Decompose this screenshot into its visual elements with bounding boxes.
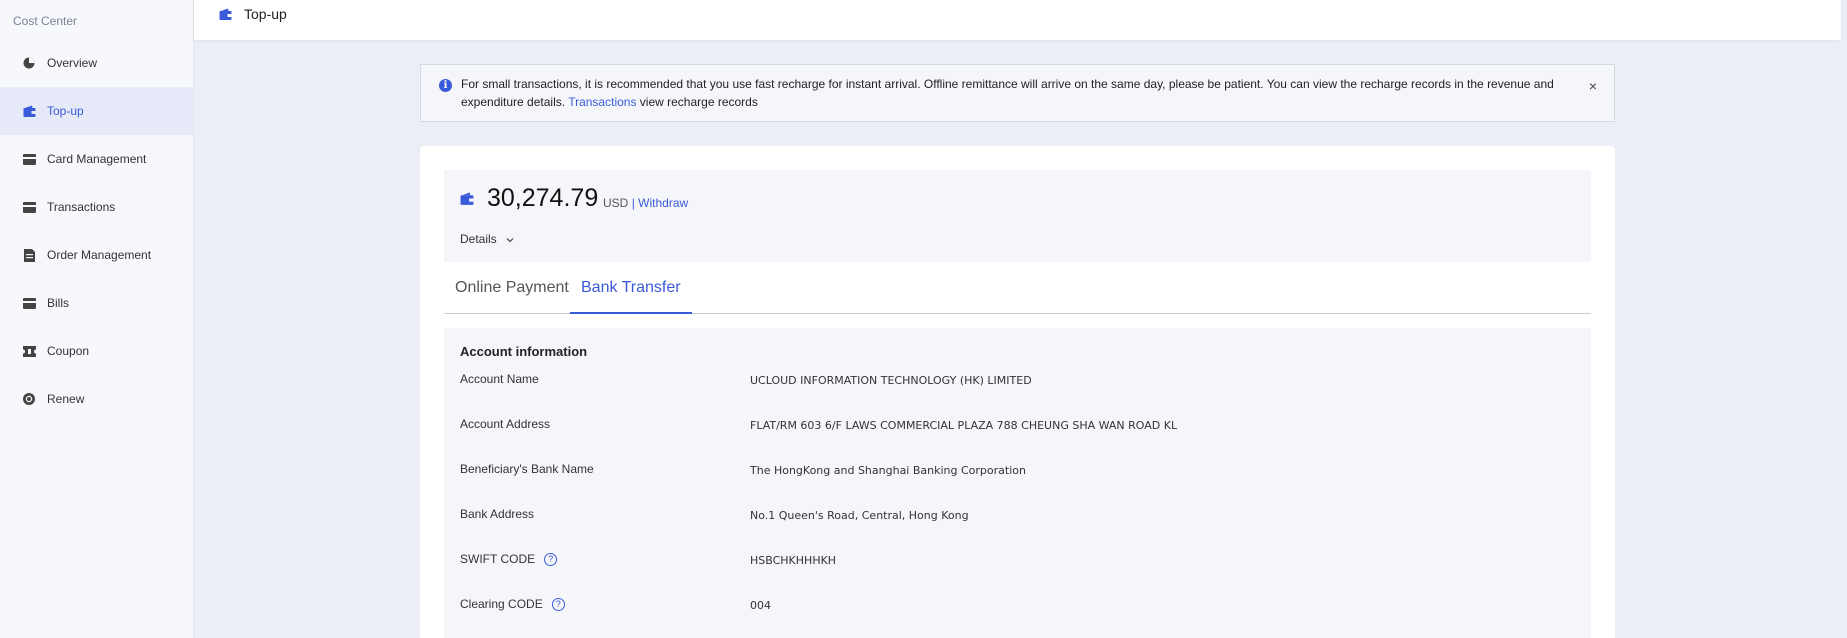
details-toggle[interactable]: Details (460, 232, 515, 246)
details-label: Details (460, 232, 497, 246)
wallet-icon (219, 8, 233, 22)
sidebar-item-top-up[interactable]: Top-up (0, 87, 193, 135)
account-row: SWIFT CODE ? HSBCHKHHHKH (460, 552, 1560, 572)
tab-online-payment[interactable]: Online Payment (444, 276, 580, 314)
separator: | (631, 196, 635, 210)
account-row-label: Clearing CODE ? (460, 597, 565, 611)
page-title: Top-up (244, 6, 287, 22)
card-icon (22, 296, 36, 310)
account-info-panel: Account information Account Name UCLOUD … (444, 328, 1591, 638)
account-row-value: The HongKong and Shanghai Banking Corpor… (750, 464, 1026, 477)
help-icon[interactable]: ? (544, 552, 558, 566)
clearing-code-label: Clearing CODE (460, 597, 543, 611)
account-row: Account Name UCLOUD INFORMATION TECHNOLO… (460, 372, 1560, 392)
balance-amount: 30,274.79 (487, 184, 599, 212)
account-info-heading: Account information (460, 344, 588, 359)
notice-text-after: view recharge records (639, 95, 758, 109)
sidebar-item-renew[interactable]: Renew (0, 375, 193, 423)
sidebar-item-order-management[interactable]: Order Management (0, 231, 193, 279)
account-row-value: No.1 Queen's Road, Central, Hong Kong (750, 509, 969, 522)
sidebar-item-label: Renew (47, 392, 85, 406)
sidebar-item-label: Transactions (47, 200, 116, 214)
sidebar-item-label: Top-up (47, 104, 84, 118)
sidebar-item-overview[interactable]: Overview (0, 39, 193, 87)
withdraw-link[interactable]: Withdraw (638, 196, 688, 210)
swift-code-label: SWIFT CODE (460, 552, 536, 566)
account-row-label: Bank Address (460, 507, 535, 521)
close-icon[interactable]: × (1589, 77, 1597, 95)
sidebar-item-transactions[interactable]: Transactions (0, 183, 193, 231)
account-row-value: FLAT/RM 603 6/F LAWS COMMERCIAL PLAZA 78… (750, 419, 1178, 432)
renew-icon (22, 392, 36, 406)
page-header: Top-up (194, 0, 1841, 40)
document-icon (22, 248, 36, 262)
account-row-value: UCLOUD INFORMATION TECHNOLOGY (HK) LIMIT… (750, 374, 1032, 387)
transactions-link[interactable]: Transactions (568, 95, 636, 109)
info-notice: i For small transactions, it is recommen… (420, 64, 1615, 122)
help-icon[interactable]: ? (551, 597, 565, 611)
account-row-value: HSBCHKHHHKH (750, 554, 837, 567)
currency-group: USD | Withdraw (603, 196, 688, 210)
sidebar-item-label: Order Management (47, 248, 152, 262)
card-icon (22, 200, 36, 214)
account-row-label: SWIFT CODE ? (460, 552, 558, 566)
sidebar-item-label: Card Management (47, 152, 147, 166)
pie-chart-icon (22, 56, 36, 70)
sidebar-item-card-management[interactable]: Card Management (0, 135, 193, 183)
account-row: Beneficiary's Bank Name The HongKong and… (460, 462, 1560, 482)
sidebar: Cost Center Overview Top-up Card Managem… (0, 0, 194, 638)
account-row: Account Address FLAT/RM 603 6/F LAWS COM… (460, 417, 1560, 437)
sidebar-item-label: Overview (47, 56, 98, 70)
account-row-label: Account Address (460, 417, 551, 431)
account-row: Bank Address No.1 Queen's Road, Central,… (460, 507, 1560, 527)
sidebar-item-bills[interactable]: Bills (0, 279, 193, 327)
ticket-icon (22, 344, 36, 358)
wallet-icon (22, 104, 36, 118)
wallet-icon (460, 192, 474, 206)
payment-tabs: Online Payment Bank Transfer (444, 276, 1591, 314)
chevron-down-icon (505, 234, 515, 244)
sidebar-item-coupon[interactable]: Coupon (0, 327, 193, 375)
top-up-card: 30,274.79 USD | Withdraw Details Online … (420, 146, 1615, 638)
account-row-value: 004 (750, 599, 771, 612)
currency-label: USD (603, 196, 629, 210)
card-icon (22, 152, 36, 166)
info-icon: i (439, 79, 452, 92)
sidebar-title: Cost Center (13, 14, 78, 28)
tab-bank-transfer[interactable]: Bank Transfer (570, 276, 692, 314)
sidebar-item-label: Coupon (47, 344, 90, 358)
balance-panel: 30,274.79 USD | Withdraw Details (444, 170, 1591, 262)
account-row-label: Account Name (460, 372, 539, 386)
account-row-label: Beneficiary's Bank Name (460, 462, 594, 476)
account-row: Clearing CODE ? 004 (460, 597, 1560, 617)
sidebar-item-label: Bills (47, 296, 70, 310)
